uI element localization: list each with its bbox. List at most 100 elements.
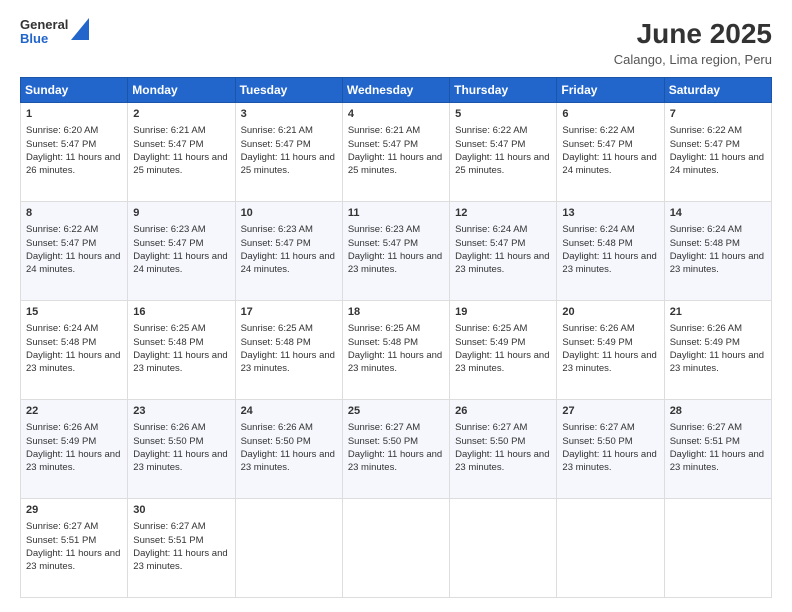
calendar-cell <box>342 499 449 598</box>
calendar-cell: 20Sunrise: 6:26 AMSunset: 5:49 PMDayligh… <box>557 301 664 400</box>
sunset-text: Sunset: 5:47 PM <box>670 139 740 150</box>
calendar-cell: 17Sunrise: 6:25 AMSunset: 5:48 PMDayligh… <box>235 301 342 400</box>
sunset-text: Sunset: 5:50 PM <box>455 436 525 447</box>
sunrise-text: Sunrise: 6:25 AM <box>455 323 527 334</box>
daylight-text: Daylight: 11 hours and 23 minutes. <box>562 251 656 275</box>
sunrise-text: Sunrise: 6:25 AM <box>133 323 205 334</box>
calendar-header-tuesday: Tuesday <box>235 78 342 103</box>
calendar-cell: 2Sunrise: 6:21 AMSunset: 5:47 PMDaylight… <box>128 103 235 202</box>
calendar-week-row: 15Sunrise: 6:24 AMSunset: 5:48 PMDayligh… <box>21 301 772 400</box>
day-number: 5 <box>455 107 551 122</box>
day-number: 12 <box>455 206 551 221</box>
sunrise-text: Sunrise: 6:21 AM <box>133 125 205 136</box>
sunrise-text: Sunrise: 6:27 AM <box>670 422 742 433</box>
page-title: June 2025 <box>614 18 772 50</box>
calendar-header-saturday: Saturday <box>664 78 771 103</box>
calendar-cell: 8Sunrise: 6:22 AMSunset: 5:47 PMDaylight… <box>21 202 128 301</box>
sunrise-text: Sunrise: 6:27 AM <box>562 422 634 433</box>
sunrise-text: Sunrise: 6:24 AM <box>670 224 742 235</box>
sunset-text: Sunset: 5:48 PM <box>133 337 203 348</box>
day-number: 11 <box>348 206 444 221</box>
sunset-text: Sunset: 5:47 PM <box>455 139 525 150</box>
sunrise-text: Sunrise: 6:27 AM <box>133 521 205 532</box>
header: General Blue June 2025 Calango, Lima reg… <box>20 18 772 67</box>
calendar-cell: 12Sunrise: 6:24 AMSunset: 5:47 PMDayligh… <box>450 202 557 301</box>
sunset-text: Sunset: 5:47 PM <box>455 238 525 249</box>
calendar-cell: 28Sunrise: 6:27 AMSunset: 5:51 PMDayligh… <box>664 400 771 499</box>
day-number: 10 <box>241 206 337 221</box>
sunset-text: Sunset: 5:47 PM <box>348 139 418 150</box>
calendar-header-row: SundayMondayTuesdayWednesdayThursdayFrid… <box>21 78 772 103</box>
calendar-cell <box>664 499 771 598</box>
day-number: 13 <box>562 206 658 221</box>
sunrise-text: Sunrise: 6:21 AM <box>241 125 313 136</box>
logo-text: General Blue <box>20 18 68 47</box>
calendar-cell: 9Sunrise: 6:23 AMSunset: 5:47 PMDaylight… <box>128 202 235 301</box>
calendar-cell <box>235 499 342 598</box>
sunset-text: Sunset: 5:49 PM <box>26 436 96 447</box>
day-number: 7 <box>670 107 766 122</box>
calendar-cell: 26Sunrise: 6:27 AMSunset: 5:50 PMDayligh… <box>450 400 557 499</box>
day-number: 17 <box>241 305 337 320</box>
daylight-text: Daylight: 11 hours and 23 minutes. <box>670 449 764 473</box>
calendar-header-thursday: Thursday <box>450 78 557 103</box>
day-number: 20 <box>562 305 658 320</box>
day-number: 25 <box>348 404 444 419</box>
calendar-cell: 7Sunrise: 6:22 AMSunset: 5:47 PMDaylight… <box>664 103 771 202</box>
calendar-cell: 18Sunrise: 6:25 AMSunset: 5:48 PMDayligh… <box>342 301 449 400</box>
sunrise-text: Sunrise: 6:26 AM <box>241 422 313 433</box>
day-number: 8 <box>26 206 122 221</box>
calendar-cell: 25Sunrise: 6:27 AMSunset: 5:50 PMDayligh… <box>342 400 449 499</box>
day-number: 14 <box>670 206 766 221</box>
sunset-text: Sunset: 5:51 PM <box>133 535 203 546</box>
sunrise-text: Sunrise: 6:20 AM <box>26 125 98 136</box>
daylight-text: Daylight: 11 hours and 25 minutes. <box>455 152 549 176</box>
calendar-cell: 5Sunrise: 6:22 AMSunset: 5:47 PMDaylight… <box>450 103 557 202</box>
calendar-header-monday: Monday <box>128 78 235 103</box>
day-number: 3 <box>241 107 337 122</box>
sunset-text: Sunset: 5:48 PM <box>241 337 311 348</box>
daylight-text: Daylight: 11 hours and 24 minutes. <box>562 152 656 176</box>
sunrise-text: Sunrise: 6:22 AM <box>670 125 742 136</box>
calendar-cell <box>450 499 557 598</box>
calendar-cell: 4Sunrise: 6:21 AMSunset: 5:47 PMDaylight… <box>342 103 449 202</box>
daylight-text: Daylight: 11 hours and 25 minutes. <box>133 152 227 176</box>
sunrise-text: Sunrise: 6:24 AM <box>455 224 527 235</box>
day-number: 1 <box>26 107 122 122</box>
sunset-text: Sunset: 5:48 PM <box>562 238 632 249</box>
daylight-text: Daylight: 11 hours and 23 minutes. <box>133 548 227 572</box>
sunrise-text: Sunrise: 6:24 AM <box>26 323 98 334</box>
calendar-cell <box>557 499 664 598</box>
sunset-text: Sunset: 5:50 PM <box>562 436 632 447</box>
day-number: 9 <box>133 206 229 221</box>
day-number: 23 <box>133 404 229 419</box>
sunrise-text: Sunrise: 6:27 AM <box>26 521 98 532</box>
calendar-cell: 1Sunrise: 6:20 AMSunset: 5:47 PMDaylight… <box>21 103 128 202</box>
daylight-text: Daylight: 11 hours and 25 minutes. <box>241 152 335 176</box>
daylight-text: Daylight: 11 hours and 24 minutes. <box>133 251 227 275</box>
daylight-text: Daylight: 11 hours and 23 minutes. <box>133 449 227 473</box>
day-number: 22 <box>26 404 122 419</box>
day-number: 19 <box>455 305 551 320</box>
sunrise-text: Sunrise: 6:23 AM <box>241 224 313 235</box>
calendar-cell: 15Sunrise: 6:24 AMSunset: 5:48 PMDayligh… <box>21 301 128 400</box>
calendar-cell: 10Sunrise: 6:23 AMSunset: 5:47 PMDayligh… <box>235 202 342 301</box>
sunset-text: Sunset: 5:47 PM <box>26 139 96 150</box>
page: General Blue June 2025 Calango, Lima reg… <box>0 0 792 612</box>
sunset-text: Sunset: 5:47 PM <box>26 238 96 249</box>
calendar-header-sunday: Sunday <box>21 78 128 103</box>
calendar-cell: 6Sunrise: 6:22 AMSunset: 5:47 PMDaylight… <box>557 103 664 202</box>
daylight-text: Daylight: 11 hours and 23 minutes. <box>670 350 764 374</box>
sunset-text: Sunset: 5:49 PM <box>562 337 632 348</box>
daylight-text: Daylight: 11 hours and 23 minutes. <box>26 548 120 572</box>
calendar-cell: 23Sunrise: 6:26 AMSunset: 5:50 PMDayligh… <box>128 400 235 499</box>
sunrise-text: Sunrise: 6:26 AM <box>670 323 742 334</box>
daylight-text: Daylight: 11 hours and 23 minutes. <box>348 350 442 374</box>
calendar-cell: 21Sunrise: 6:26 AMSunset: 5:49 PMDayligh… <box>664 301 771 400</box>
day-number: 18 <box>348 305 444 320</box>
daylight-text: Daylight: 11 hours and 23 minutes. <box>562 449 656 473</box>
daylight-text: Daylight: 11 hours and 23 minutes. <box>348 251 442 275</box>
sunrise-text: Sunrise: 6:23 AM <box>133 224 205 235</box>
day-number: 4 <box>348 107 444 122</box>
day-number: 2 <box>133 107 229 122</box>
